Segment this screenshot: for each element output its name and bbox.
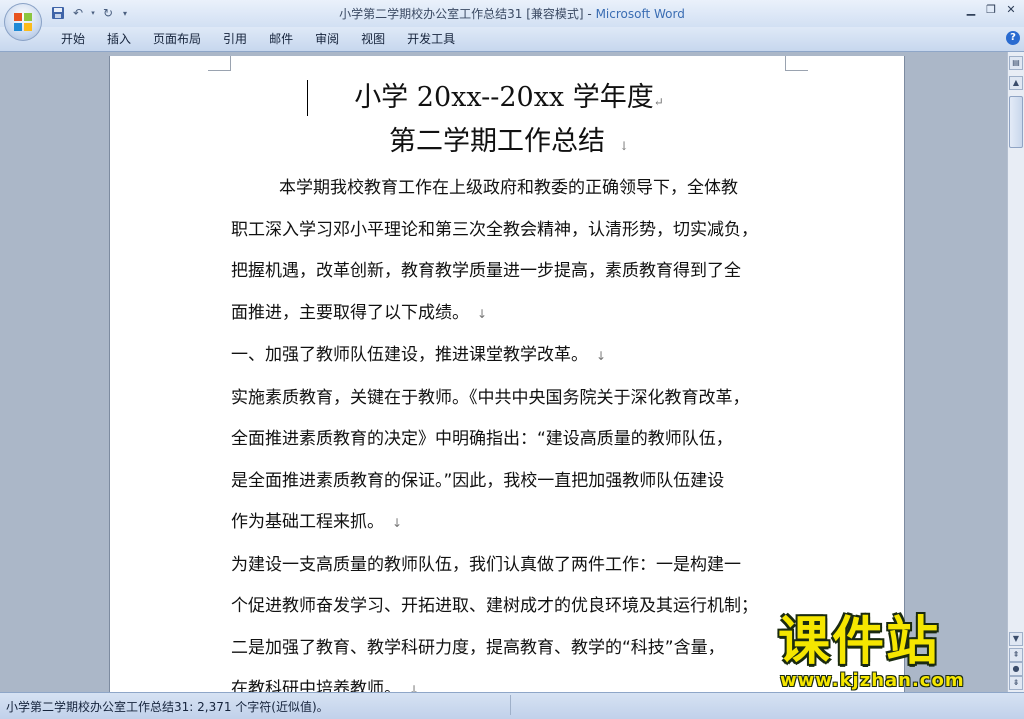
margin-corner-top-left xyxy=(208,56,231,71)
tab-developer[interactable]: 开发工具 xyxy=(396,31,466,47)
restore-icon[interactable]: ❐ xyxy=(984,3,998,17)
paragraph-text: 为建设一支高质量的教师队伍，我们认真做了两件工作：一是构建一 xyxy=(231,554,741,575)
paragraph-line: 是全面推进素质教育的保证。”因此，我校一直把加强教师队伍建设 xyxy=(231,461,787,503)
paragraph-line: 职工深入学习邓小平理论和第三次全教会精神，认清形势，切实减负， xyxy=(231,210,787,252)
document-content[interactable]: 小学 20xx--20xx 学年度↵ 第二学期工作总结 ↓ 本学期我校教育工作在上… xyxy=(231,80,787,692)
paragraph-text: 职工深入学习邓小平理论和第三次全教会精神，认清形势，切实减负， xyxy=(231,219,758,240)
paragraph-text: 二是加强了教育、教学科研力度，提高教育、教学的“科技”含量， xyxy=(231,637,725,658)
status-word-count[interactable]: 小学第二学期校办公室工作总结31: 2,371 个字符(近似值)。 xyxy=(6,698,329,715)
paragraph-text: 作为基础工程来抓。 xyxy=(231,512,384,532)
document-title-line-2: 第二学期工作总结 ↓ xyxy=(388,126,630,157)
paragraph-text: 本学期我校教育工作在上级政府和教委的正确领导下，全体教 xyxy=(279,178,738,198)
tab-view[interactable]: 视图 xyxy=(350,31,396,47)
document-title-line-1: 小学 20xx--20xx 学年度↵ xyxy=(231,80,787,120)
watermark-url: www.kjzhan.com xyxy=(780,670,965,691)
vertical-scrollbar[interactable]: ▤ ▲ ▼ ⇞ ● ⇟ xyxy=(1007,52,1024,692)
status-divider xyxy=(510,695,511,715)
paragraph-line: 作为基础工程来抓。 ↓ xyxy=(231,502,787,545)
scroll-thumb[interactable] xyxy=(1009,96,1023,148)
paragraph-line: 为建设一支高质量的教师队伍，我们认真做了两件工作：一是构建一 xyxy=(231,545,787,587)
paragraph-mark: ↓ xyxy=(477,306,488,321)
document-body: 本学期我校教育工作在上级政府和教委的正确领导下，全体教职工深入学习邓小平理论和第… xyxy=(231,168,787,692)
watermark-logo: 课件站 www.kjzhan.com xyxy=(768,612,1008,692)
title-bar: ↶ ▾ ↻ ▾ 小学第二学期校办公室工作总结31 [兼容模式] - Micros… xyxy=(0,0,1024,27)
paragraph-line: 在教科研中培养教师。 ↓ xyxy=(231,669,787,692)
paragraph-line: 个促进教师奋发学习、开拓进取、建树成才的优良环境及其运行机制； xyxy=(231,586,787,628)
paragraph-mark: ↓ xyxy=(392,516,403,530)
document-title: 小学第二学期校办公室工作总结31 [兼容模式] xyxy=(339,7,584,21)
paragraph-text: 实施素质教育，关键在于教师。《中共中央国务院关于深化教育改革， xyxy=(231,387,750,408)
office-logo-icon xyxy=(14,13,32,31)
scroll-up-icon[interactable]: ▲ xyxy=(1009,76,1023,90)
paragraph-text: 是全面推进素质教育的保证。”因此，我校一直把加强教师队伍建设 xyxy=(231,470,725,491)
paragraph-line: 把握机遇，改革创新，教育教学质量进一步提高，素质教育得到了全 xyxy=(231,251,787,293)
tab-insert[interactable]: 插入 xyxy=(96,31,142,47)
paragraph-text: 把握机遇，改革创新，教育教学质量进一步提高，素质教育得到了全 xyxy=(231,261,741,281)
paragraph-text: 在教科研中培养教师。 xyxy=(231,679,401,692)
margin-corner-top-right xyxy=(785,56,808,71)
window-controls: ▁ ❐ ✕ xyxy=(964,3,1018,17)
help-icon[interactable]: ? xyxy=(1006,31,1020,45)
paragraph-line: 二是加强了教育、教学科研力度，提高教育、教学的“科技”含量， xyxy=(231,628,787,670)
ruler-toggle-icon[interactable]: ▤ xyxy=(1009,56,1023,70)
tab-page-layout[interactable]: 页面布局 xyxy=(142,31,212,47)
paragraph-line: 一、加强了教师队伍建设，推进课堂教学改革。 ↓ xyxy=(231,335,787,378)
document-page[interactable]: 小学 20xx--20xx 学年度↵ 第二学期工作总结 ↓ 本学期我校教育工作在上… xyxy=(110,56,904,692)
paragraph-mark: ↓ xyxy=(409,683,420,692)
paragraph-text: 全面推进素质教育的决定》中明确指出：“建设高质量的教师队伍， xyxy=(231,429,733,449)
app-name: Microsoft Word xyxy=(595,7,685,21)
paragraph-text: 一、加强了教师队伍建设，推进课堂教学改革。 xyxy=(231,345,588,365)
tab-home[interactable]: 开始 xyxy=(50,31,96,47)
close-icon[interactable]: ✕ xyxy=(1004,3,1018,17)
paragraph-line: 全面推进素质教育的决定》中明确指出：“建设高质量的教师队伍， xyxy=(231,419,787,461)
paragraph-text: 面推进，主要取得了以下成绩。 xyxy=(231,302,469,323)
tab-review[interactable]: 审阅 xyxy=(304,31,350,47)
window-title: 小学第二学期校办公室工作总结31 [兼容模式] - Microsoft Word xyxy=(0,5,1024,22)
status-bar: 小学第二学期校办公室工作总结31: 2,371 个字符(近似值)。 xyxy=(0,692,1024,719)
office-button[interactable] xyxy=(4,3,42,41)
browse-object-icon[interactable]: ● xyxy=(1009,662,1023,676)
title-separator: - xyxy=(583,7,596,21)
paragraph-text: 个促进教师奋发学习、开拓进取、建树成才的优良环境及其运行机制； xyxy=(231,596,758,616)
next-page-icon[interactable]: ⇟ xyxy=(1009,676,1023,690)
text-cursor xyxy=(307,80,308,116)
paragraph-line: 本学期我校教育工作在上级政府和教委的正确领导下，全体教 xyxy=(231,168,787,210)
scroll-down-icon[interactable]: ▼ xyxy=(1009,632,1023,646)
ribbon-tabs: 开始 插入 页面布局 引用 邮件 审阅 视图 开发工具 xyxy=(50,31,466,47)
tab-references[interactable]: 引用 xyxy=(212,31,258,47)
paragraph-line: 实施素质教育，关键在于教师。《中共中央国务院关于深化教育改革， xyxy=(231,378,787,420)
paragraph-mark: ↓ xyxy=(596,349,607,363)
document-area[interactable]: 小学 20xx--20xx 学年度↵ 第二学期工作总结 ↓ 本学期我校教育工作在上… xyxy=(0,52,1008,692)
minimize-icon[interactable]: ▁ xyxy=(964,3,978,17)
paragraph-line: 面推进，主要取得了以下成绩。 ↓ xyxy=(231,293,787,336)
previous-page-icon[interactable]: ⇞ xyxy=(1009,648,1023,662)
tab-mailings[interactable]: 邮件 xyxy=(258,31,304,47)
watermark-text: 课件站 xyxy=(778,612,941,672)
ribbon: 开始 插入 页面布局 引用 邮件 审阅 视图 开发工具 ? xyxy=(0,27,1024,52)
